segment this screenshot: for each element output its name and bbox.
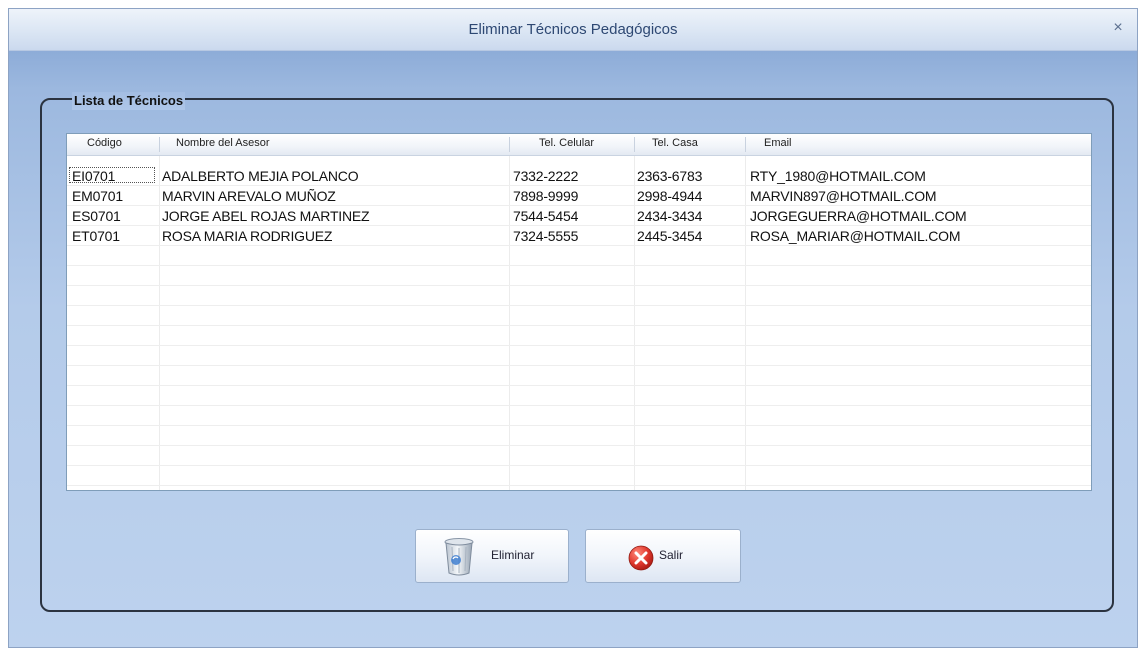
- exit-button-label: Salir: [659, 548, 684, 562]
- cell-codigo: ET0701: [72, 228, 120, 244]
- empty-row: [67, 266, 1091, 286]
- column-header-tel-casa[interactable]: Tel. Casa: [652, 137, 698, 149]
- title-bar[interactable]: Eliminar Técnicos Pedagógicos ×: [9, 9, 1137, 51]
- cell-tel-casa: 2434-3434: [637, 208, 703, 224]
- cell-tel-celular: 7324-5555: [513, 228, 579, 244]
- cell-tel-celular: 7544-5454: [513, 208, 579, 224]
- exit-button[interactable]: Salir: [585, 529, 741, 583]
- column-separator[interactable]: [634, 137, 635, 152]
- empty-row: [67, 346, 1091, 366]
- cell-nombre: JORGE ABEL ROJAS MARTINEZ: [162, 208, 370, 224]
- cell-email: ROSA_MARIAR@HOTMAIL.COM: [750, 228, 961, 244]
- table-row[interactable]: ES0701 JORGE ABEL ROJAS MARTINEZ 7544-54…: [67, 206, 1091, 226]
- groupbox-label: Lista de Técnicos: [72, 92, 186, 110]
- column-header-email[interactable]: Email: [764, 137, 792, 149]
- column-separator[interactable]: [745, 137, 746, 152]
- empty-row: [67, 246, 1091, 266]
- empty-row: [67, 386, 1091, 406]
- delete-button[interactable]: Eliminar: [415, 529, 569, 583]
- red-x-circle-icon: [628, 545, 654, 571]
- table-row[interactable]: ET0701 ROSA MARIA RODRIGUEZ 7324-5555 24…: [67, 226, 1091, 246]
- table-header: Código Nombre del Asesor Tel. Celular Te…: [67, 134, 1091, 156]
- recycle-bin-icon: [444, 538, 474, 576]
- delete-button-label: Eliminar: [491, 548, 535, 562]
- cell-email: JORGEGUERRA@HOTMAIL.COM: [750, 208, 967, 224]
- close-icon[interactable]: ×: [1109, 19, 1127, 37]
- cell-codigo: EM0701: [72, 188, 123, 204]
- cell-tel-celular: 7898-9999: [513, 188, 579, 204]
- empty-row: [67, 286, 1091, 306]
- column-separator[interactable]: [509, 137, 510, 152]
- cell-nombre: ROSA MARIA RODRIGUEZ: [162, 228, 333, 244]
- column-header-codigo[interactable]: Código: [87, 137, 122, 149]
- cell-nombre: MARVIN AREVALO MUÑOZ: [162, 188, 336, 204]
- table-row[interactable]: EI0701 ADALBERTO MEJIA POLANCO 7332-2222…: [67, 166, 1091, 186]
- cell-tel-casa: 2445-3454: [637, 228, 703, 244]
- table-row[interactable]: EM0701 MARVIN AREVALO MUÑOZ 7898-9999 29…: [67, 186, 1091, 206]
- window-title: Eliminar Técnicos Pedagógicos: [468, 21, 678, 38]
- cell-tel-casa: 2363-6783: [637, 168, 703, 184]
- delete-technicians-window: Eliminar Técnicos Pedagógicos × Lista de…: [8, 8, 1138, 648]
- cell-tel-celular: 7332-2222: [513, 168, 579, 184]
- cell-email: RTY_1980@HOTMAIL.COM: [750, 168, 926, 184]
- empty-row: [67, 426, 1091, 446]
- empty-row: [67, 306, 1091, 326]
- cell-nombre: ADALBERTO MEJIA POLANCO: [162, 168, 359, 184]
- cell-codigo: EI0701: [72, 168, 116, 184]
- cell-codigo: ES0701: [72, 208, 121, 224]
- empty-row: [67, 366, 1091, 386]
- cell-tel-casa: 2998-4944: [637, 188, 703, 204]
- technicians-table[interactable]: Código Nombre del Asesor Tel. Celular Te…: [66, 133, 1092, 491]
- column-separator[interactable]: [159, 137, 160, 152]
- cell-email: MARVIN897@HOTMAIL.COM: [750, 188, 937, 204]
- empty-row: [67, 446, 1091, 466]
- column-header-tel-celular[interactable]: Tel. Celular: [539, 137, 594, 149]
- empty-row: [67, 466, 1091, 486]
- empty-row: [67, 326, 1091, 346]
- empty-row: [67, 406, 1091, 426]
- column-header-nombre[interactable]: Nombre del Asesor: [176, 137, 270, 149]
